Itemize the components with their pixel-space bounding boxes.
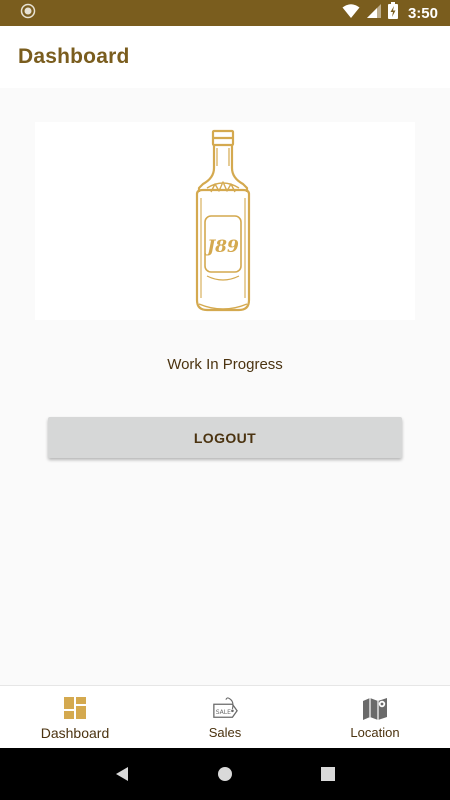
sale-tag-icon: SALE	[212, 695, 238, 721]
system-navigation-bar	[0, 748, 450, 800]
svg-text:SALE: SALE	[216, 709, 231, 716]
signal-icon	[366, 3, 382, 24]
logo-card: J89	[35, 122, 415, 320]
nav-item-location[interactable]: Location	[300, 686, 450, 748]
wifi-icon	[342, 3, 360, 24]
sync-icon	[20, 3, 36, 24]
app-bar: Dashboard	[0, 26, 450, 88]
nav-item-sales[interactable]: SALE Sales	[150, 686, 300, 748]
logo-text: J89	[204, 237, 239, 257]
nav-item-dashboard[interactable]: Dashboard	[0, 686, 150, 748]
status-right: 3:50	[342, 2, 438, 24]
bottom-navigation: Dashboard SALE Sales Location	[0, 685, 450, 748]
back-icon[interactable]	[107, 759, 137, 789]
map-icon	[362, 695, 388, 721]
nav-label-sales: Sales	[208, 725, 242, 740]
recents-icon[interactable]	[313, 759, 343, 789]
status-text: Work In Progress	[167, 356, 283, 373]
nav-label-location: Location	[350, 725, 400, 740]
status-time: 3:50	[407, 4, 438, 22]
bottle-logo: J89	[195, 129, 251, 312]
main-content: J89 Work In Progress LOGOUT	[0, 88, 450, 685]
home-icon[interactable]	[210, 759, 240, 789]
logout-button[interactable]: LOGOUT	[48, 417, 402, 458]
status-bar: 3:50	[0, 0, 450, 26]
nav-label-dashboard: Dashboard	[40, 725, 110, 741]
page-title: Dashboard	[18, 45, 130, 68]
dashboard-icon	[62, 695, 88, 721]
battery-charging-icon	[387, 2, 398, 24]
status-left	[20, 3, 36, 24]
